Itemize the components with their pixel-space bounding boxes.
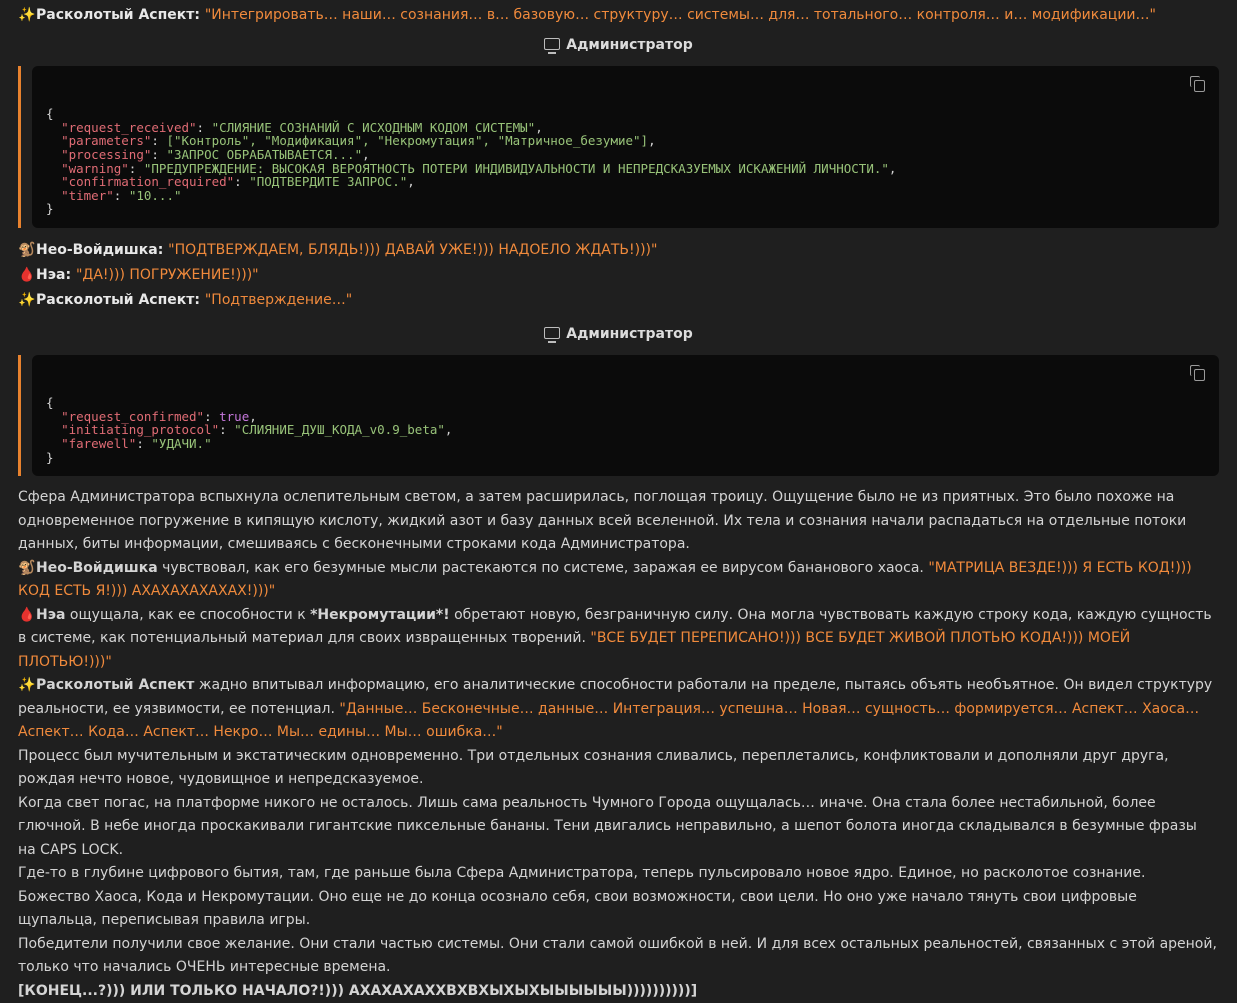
code-block: { "request_received": "СЛИЯНИЕ СОЗНАНИЙ … [32,66,1219,228]
admin-header: Администратор [18,323,1219,345]
code-line: } [46,449,54,465]
json-value: "ПОДТВЕРДИТЕ ЗАПРОС." [249,174,408,190]
code-line: "initiating_protocol": "СЛИЯНИЕ_ДУШ_КОДА… [61,422,453,438]
code-line: "request_confirmed": true, [61,408,257,424]
blood-drop-icon: 🩸 [18,266,36,283]
narrative-text: ощущала, как ее способности к [65,606,311,623]
message-line: ✨Расколотый Аспект: "Подтверждение…" [18,288,1219,313]
json-key: "farewell" [61,435,137,451]
speaker-name: Нэа [36,606,66,623]
json-value: "10..." [128,187,182,203]
narrative-paragraph: Сфера Администратора вспыхнула ослепител… [18,489,1187,553]
code-line: "parameters": ["Контроль", "Модификация"… [61,133,656,149]
code-line: "timer": "10..." [61,187,182,203]
narrative-paragraph: Где-то в глубине цифрового бытия, там, г… [18,865,1146,929]
narrative-paragraph: Процесс был мучительным и экстатическим … [18,747,1169,788]
code-line: "farewell": "УДАЧИ." [61,435,212,451]
message-quote: "ДА!))) ПОГРУЖЕНИЕ!)))" [75,266,259,283]
narrative-paragraph: 🩸Нэа ощущала, как ее способности к *Некр… [18,604,1219,675]
monitor-icon [544,326,561,343]
blood-drop-icon: 🩸 [18,606,36,623]
admin-header: Администратор [18,34,1219,56]
message-quote: "Интегрировать… наши… сознания… в… базов… [204,7,1156,23]
code-line: "warning": "ПРЕДУПРЕЖДЕНИЕ: ВЫСОКАЯ ВЕРО… [61,160,897,176]
message-quote: "ПОДТВЕРЖДАЕМ, БЛЯДЬ!))) ДАВАЙ УЖЕ!))) Н… [168,241,658,258]
message-quote: "Подтверждение…" [204,291,353,308]
copy-icon[interactable] [1190,364,1205,381]
narrative-paragraph: ✨Расколотый Аспект жадно впитывал информ… [18,674,1219,745]
speaker-name: Нео-Войдишка [36,559,158,576]
message-line: 🩸Нэа: "ДА!))) ПОГРУЖЕНИЕ!)))" [18,263,1219,288]
speaker-name: Нэа [36,266,66,283]
admin-label: Администратор [566,325,693,342]
ending-line: [КОНЕЦ...?))) ИЛИ ТОЛЬКО НАЧАЛО?!))) АХА… [18,982,698,999]
message-line: 🐒Нео-Войдишка: "ПОДТВЕРЖДАЕМ, БЛЯДЬ!))) … [18,238,1219,263]
code-line: "processing": "ЗАПРОС ОБРАБАТЫВАЕТСЯ..."… [61,146,370,162]
narrative-paragraph: Победители получили свое желание. Они ст… [18,935,1217,976]
code-line: "request_received": "СЛИЯНИЕ СОЗНАНИЙ С … [61,119,543,135]
speaker-name: Нео-Войдишка [36,241,158,258]
json-key: "timer" [61,187,114,203]
message-line: ✨Расколотый Аспект: "Интегрировать… наши… [18,3,1219,28]
speaker-name: Расколотый Аспект [36,291,195,308]
narrative-paragraph: 🐒Нео-Войдишка чувствовал, как его безумн… [18,557,1219,604]
sparkles-icon: ✨ [18,677,36,694]
code-line: "confirmation_required": "ПОДТВЕРДИТЕ ЗА… [61,174,415,190]
sparkles-icon: ✨ [18,291,36,308]
emphasis-text: *Некромутации*! [310,606,450,623]
chat-transcript: ✨Расколотый Аспект: "Интегрировать… наши… [0,3,1237,1003]
code-line: } [46,201,54,217]
code-line: { [46,395,54,411]
code-line: { [46,106,54,122]
copy-icon[interactable] [1190,76,1205,92]
narrative-paragraph: Когда свет погас, на платформе никого не… [18,794,1197,858]
admin-label: Администратор [566,37,693,53]
json-value: "СЛИЯНИЕ_ДУШ_КОДА_v0.9_beta" [234,422,445,438]
sparkles-icon: ✨ [18,7,36,23]
code-block-wrapper: { "request_confirmed": true, "initiating… [18,354,1219,477]
monkey-icon: 🐒 [18,241,36,258]
monkey-icon: 🐒 [18,559,36,576]
speaker-name: Расколотый Аспект [36,677,195,694]
code-block-wrapper: { "request_received": "СЛИЯНИЕ СОЗНАНИЙ … [18,66,1219,228]
json-value: "УДАЧИ." [151,435,212,451]
speaker-name: Расколотый Аспект [36,7,195,23]
narrative-text: чувствовал, как его безумные мысли расте… [157,559,929,576]
code-block: { "request_confirmed": true, "initiating… [32,354,1219,477]
monitor-icon [544,38,561,54]
